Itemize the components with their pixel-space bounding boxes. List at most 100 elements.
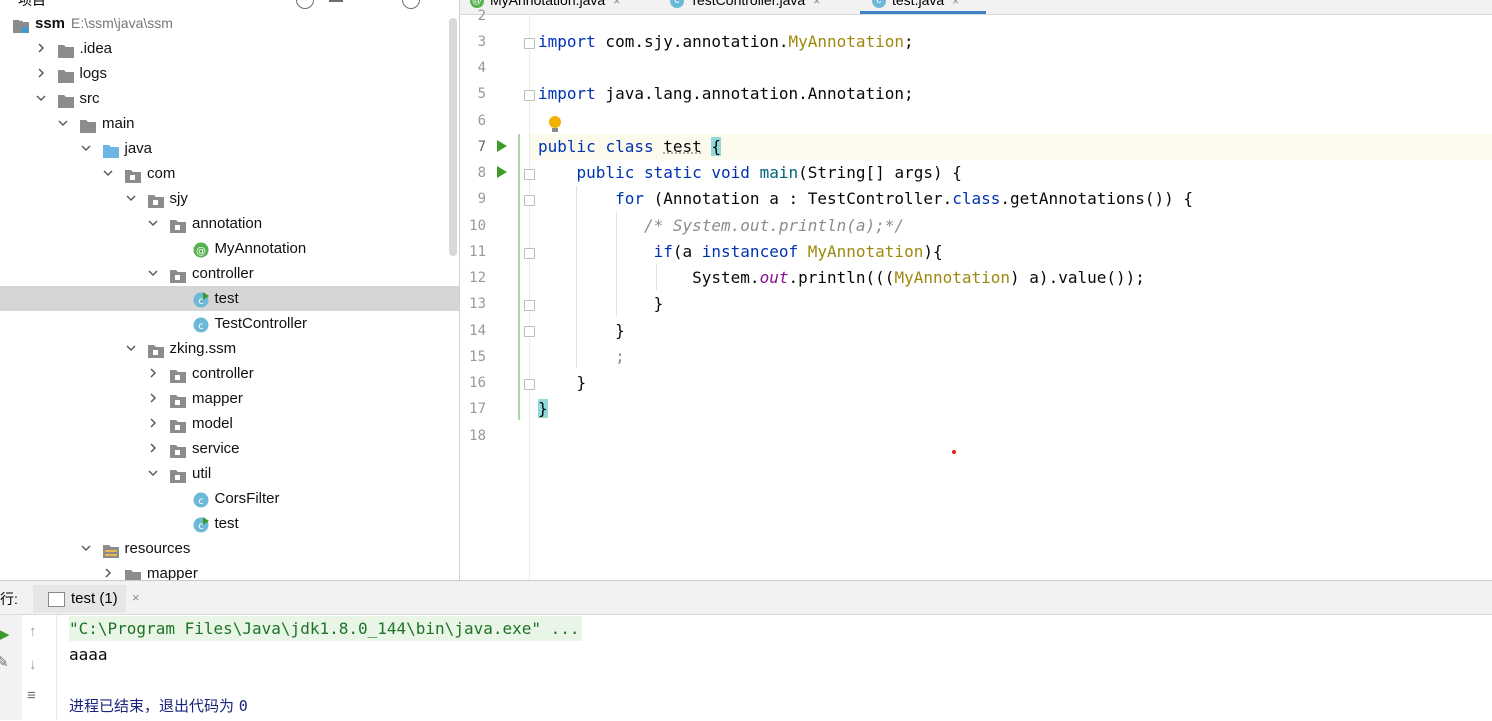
- fold-marker-icon[interactable]: [524, 38, 535, 49]
- tree-item[interactable]: @ MyAnnotation: [0, 236, 459, 261]
- code-line-13[interactable]: }: [538, 291, 663, 317]
- run-icon[interactable]: [497, 140, 507, 152]
- folder-icon: [58, 41, 74, 56]
- code-line-3[interactable]: import com.sjy.annotation.MyAnnotation;: [538, 29, 914, 55]
- rerun-icon[interactable]: ▶: [0, 625, 10, 643]
- code-line-5[interactable]: import java.lang.annotation.Annotation;: [538, 81, 914, 107]
- line-number: 2: [460, 8, 486, 24]
- package-icon: [170, 266, 186, 281]
- tree-item[interactable]: c TestController: [0, 311, 459, 336]
- console-exit-line: 进程已结束，退出代码为 0: [69, 694, 248, 719]
- fold-marker-icon[interactable]: [524, 195, 535, 206]
- chevron-down-icon[interactable]: [125, 186, 137, 212]
- fold-marker-icon[interactable]: [524, 379, 535, 390]
- tree-item[interactable]: model: [0, 411, 459, 436]
- soft-wrap-icon[interactable]: ≡: [27, 687, 36, 704]
- lightbulb-icon[interactable]: [549, 116, 561, 128]
- fold-marker-icon[interactable]: [524, 300, 535, 311]
- tree-item-label: logs: [80, 61, 108, 86]
- locate-icon[interactable]: [296, 0, 314, 9]
- tree-item[interactable]: service: [0, 436, 459, 461]
- fold-marker-icon[interactable]: [524, 90, 535, 101]
- tree-item[interactable]: .idea: [0, 36, 459, 61]
- code-line-7[interactable]: public class test {: [538, 134, 721, 160]
- chevron-right-icon[interactable]: [35, 36, 47, 62]
- code-line-12[interactable]: System.out.println(((MyAnnotation) a).va…: [538, 265, 1145, 291]
- lightbulb-base: [552, 128, 558, 132]
- tree-item[interactable]: controller: [0, 261, 459, 286]
- chevron-right-icon[interactable]: [35, 61, 47, 87]
- tree-item[interactable]: zking.ssm: [0, 336, 459, 361]
- chevron-right-icon[interactable]: [102, 561, 114, 580]
- line-number: 18: [460, 428, 486, 444]
- tree-item[interactable]: sjy: [0, 186, 459, 211]
- tree-item[interactable]: com: [0, 161, 459, 186]
- package-icon: [170, 441, 186, 456]
- tree-item[interactable]: java: [0, 136, 459, 161]
- code-line-11[interactable]: if(a instanceof MyAnnotation){: [538, 239, 943, 265]
- wrench-icon[interactable]: ✎: [0, 653, 9, 671]
- run-icon[interactable]: [497, 166, 507, 178]
- tab-testcontroller[interactable]: c TestController.java ×: [670, 0, 820, 14]
- chevron-down-icon[interactable]: [80, 536, 92, 562]
- arrow-down-icon[interactable]: ↓: [29, 656, 37, 673]
- tree-scrollbar[interactable]: [449, 18, 457, 256]
- chevron-down-icon[interactable]: [80, 136, 92, 162]
- chevron-down-icon[interactable]: [57, 111, 69, 137]
- chevron-right-icon[interactable]: [147, 411, 159, 437]
- tab-myannotation[interactable]: @ MyAnnotation.java ×: [470, 0, 620, 14]
- package-icon: [125, 166, 141, 181]
- expand-icon[interactable]: [363, 0, 379, 7]
- folder-icon: [125, 566, 141, 580]
- package-icon: [170, 216, 186, 231]
- fold-marker-icon[interactable]: [524, 326, 535, 337]
- tree-item[interactable]: resources: [0, 536, 459, 561]
- code-line-17[interactable]: }: [538, 396, 548, 422]
- tree-item[interactable]: logs: [0, 61, 459, 86]
- tree-item[interactable]: src: [0, 86, 459, 111]
- code-line-15[interactable]: ;: [538, 344, 625, 370]
- run-tab-test[interactable]: test (1): [33, 585, 126, 613]
- project-panel-title[interactable]: 项目: [18, 0, 46, 10]
- tree-item[interactable]: c test: [0, 511, 459, 536]
- close-icon[interactable]: ×: [613, 0, 620, 8]
- close-icon[interactable]: ×: [952, 0, 959, 8]
- gear-icon[interactable]: [402, 0, 420, 9]
- line-number: 7: [460, 139, 486, 155]
- fold-marker-icon[interactable]: [524, 248, 535, 259]
- code-line-8[interactable]: public static void main(String[] args) {: [538, 160, 962, 186]
- close-icon[interactable]: ×: [132, 590, 140, 605]
- tree-item[interactable]: util: [0, 461, 459, 486]
- code-line-9[interactable]: for (Annotation a : TestController.class…: [538, 186, 1193, 212]
- tree-item[interactable]: c CorsFilter: [0, 486, 459, 511]
- code-line-14[interactable]: }: [538, 318, 625, 344]
- tree-item[interactable]: mapper: [0, 386, 459, 411]
- tab-label: test.java: [892, 0, 944, 8]
- chevron-right-icon[interactable]: [147, 361, 159, 387]
- chevron-down-icon[interactable]: [147, 211, 159, 237]
- tree-item[interactable]: annotation: [0, 211, 459, 236]
- tree-item-path: E:\ssm\java\ssm: [71, 11, 173, 36]
- collapse-all-icon[interactable]: [329, 0, 343, 2]
- chevron-down-icon[interactable]: [35, 86, 47, 112]
- chevron-down-icon[interactable]: ▾: [58, 0, 64, 1]
- fold-marker-icon[interactable]: [524, 169, 535, 180]
- tree-item[interactable]: controller: [0, 361, 459, 386]
- close-icon[interactable]: ×: [813, 0, 820, 8]
- package-icon: [170, 466, 186, 481]
- chevron-down-icon[interactable]: [102, 161, 114, 187]
- chevron-down-icon[interactable]: [125, 336, 137, 362]
- arrow-up-icon[interactable]: ↑: [29, 623, 37, 640]
- chevron-down-icon[interactable]: [147, 461, 159, 487]
- code-line-10[interactable]: /* System.out.println(a);*/: [538, 213, 904, 239]
- tree-item[interactable]: mapper: [0, 561, 459, 580]
- tree-item-label: zking.ssm: [170, 336, 237, 361]
- chevron-right-icon[interactable]: [147, 386, 159, 412]
- tree-item[interactable]: c test: [0, 286, 459, 311]
- tree-item[interactable]: ssm E:\ssm\java\ssm: [0, 11, 459, 36]
- chevron-down-icon[interactable]: [147, 261, 159, 287]
- folder-icon: [58, 66, 74, 81]
- tree-item[interactable]: main: [0, 111, 459, 136]
- chevron-right-icon[interactable]: [147, 436, 159, 462]
- code-line-16[interactable]: }: [538, 370, 586, 396]
